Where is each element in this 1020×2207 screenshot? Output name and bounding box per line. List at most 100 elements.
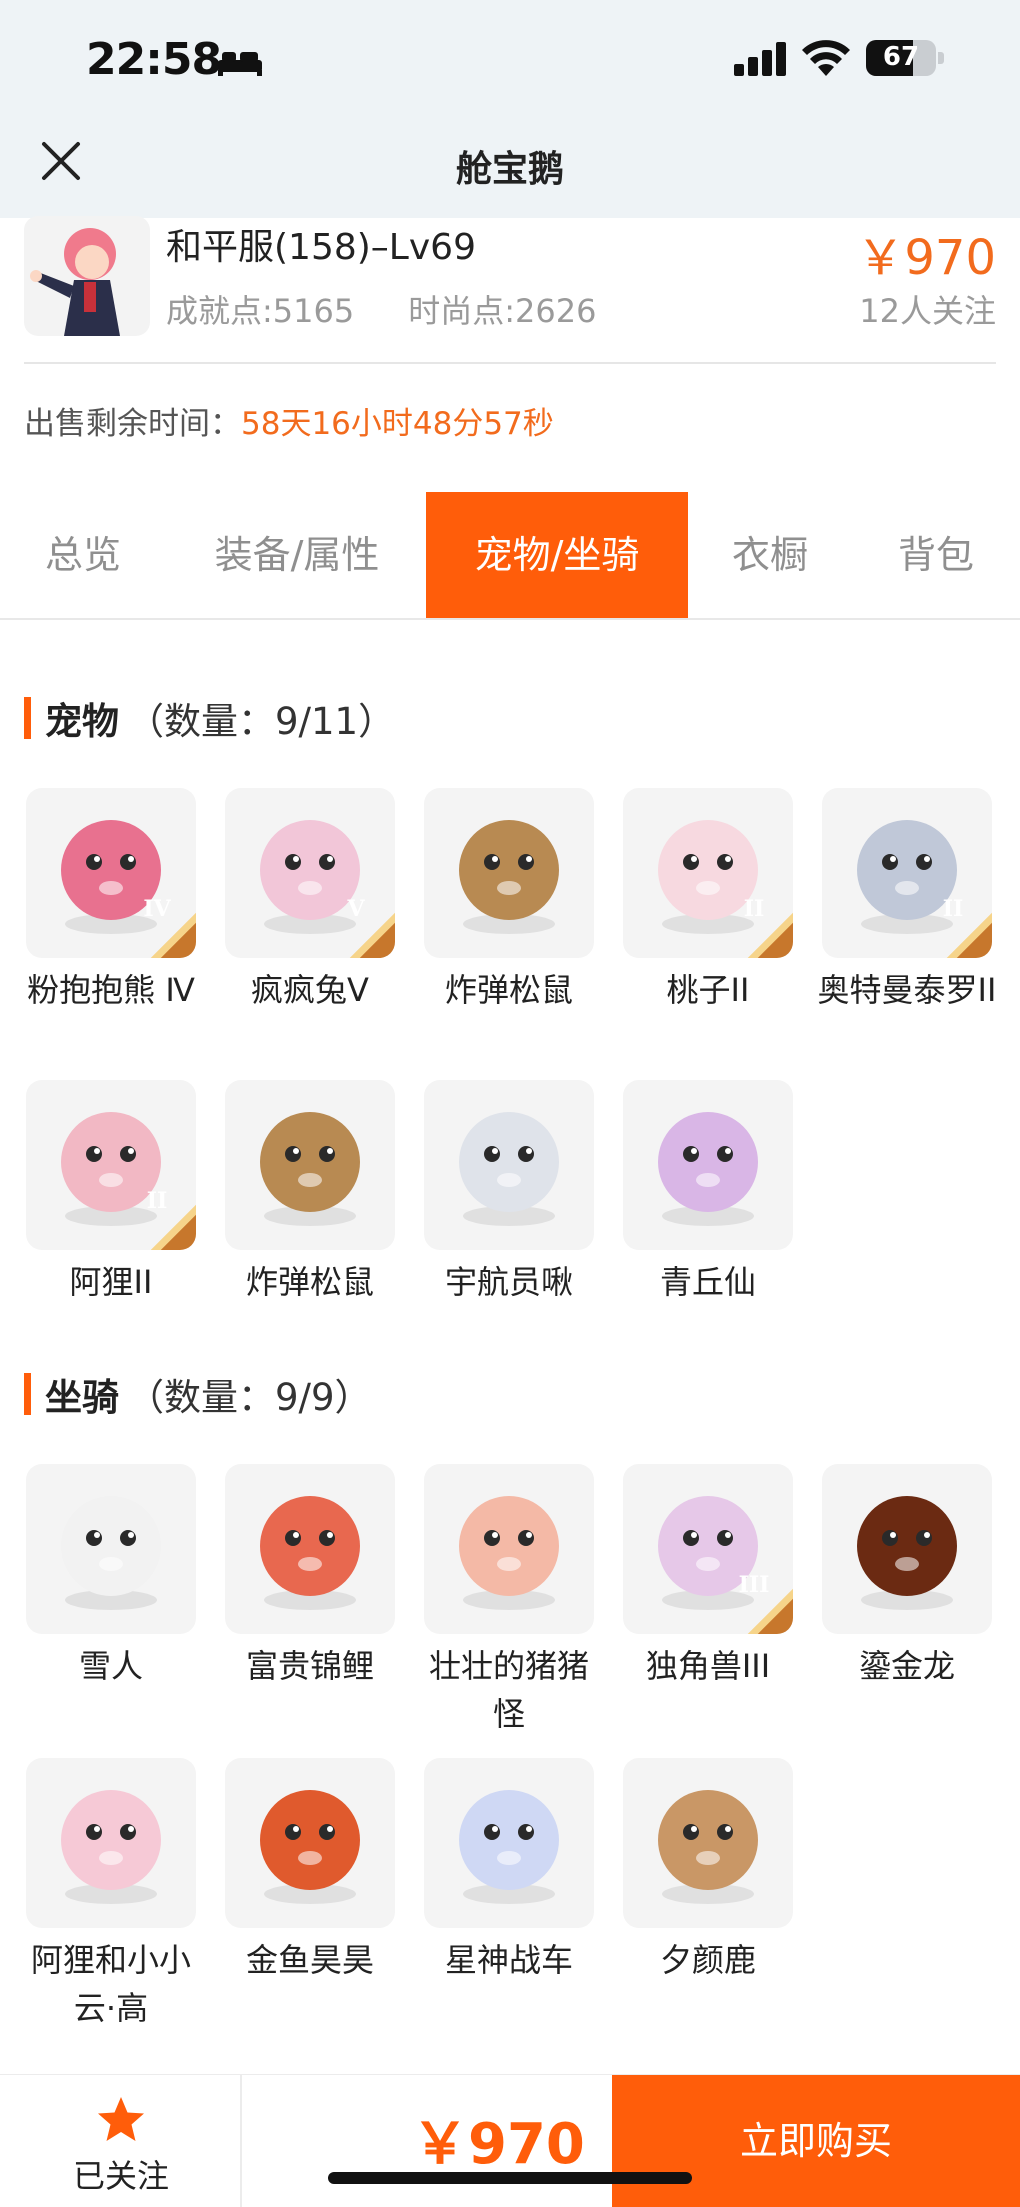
wifi-icon (802, 40, 850, 76)
pet-name: 青丘仙 (659, 1263, 756, 1301)
pet-name: 粉抱抱熊 Ⅳ (27, 971, 195, 1009)
section-marker (24, 697, 31, 739)
sale-time-label: 出售剩余时间： (24, 406, 241, 442)
rank-badge-icon: II (924, 880, 992, 958)
mount-name: 金鱼昊昊 (245, 1941, 374, 1979)
cat-bow-icon: II (623, 788, 793, 958)
goldfish-icon (225, 1758, 395, 1928)
mount-item[interactable]: 夕颜鹿 (623, 1758, 793, 1984)
rank-badge-icon: III (725, 1556, 793, 1634)
follow-button[interactable]: 已关注 (0, 2075, 242, 2207)
rank-badge-text: II (942, 896, 964, 922)
mount-item[interactable]: 金鱼昊昊 (225, 1758, 395, 1984)
rank-badge-text: III (738, 1572, 770, 1598)
mounts-section-header: 坐骑 （数量：9/9） (24, 1372, 372, 1419)
follower-count: 12人关注 (859, 292, 996, 330)
pet-name: 炸弹松鼠 (245, 1263, 374, 1301)
bottom-price: ￥970 (412, 2112, 585, 2177)
squirrel-icon (424, 788, 594, 958)
mount-item[interactable]: 阿狸和小小云·高 (26, 1758, 196, 2032)
rank-badge-icon: II (725, 880, 793, 958)
pet-item[interactable]: 炸弹松鼠 (424, 788, 594, 1014)
astronaut-cow-icon (424, 1080, 594, 1250)
rank-badge-icon: II (128, 1172, 196, 1250)
pet-name: 疯疯兔V (251, 971, 369, 1009)
tab-backpack[interactable]: 背包 (870, 492, 1002, 618)
pet-item[interactable]: IV 粉抱抱熊 Ⅳ (26, 788, 196, 1014)
tab-equipment[interactable]: 装备/属性 (190, 492, 404, 618)
rank-badge-text: II (743, 896, 765, 922)
pets-count: （数量：9/11） (127, 700, 396, 743)
pet-item[interactable]: V 疯疯兔V (225, 788, 395, 1014)
snowman-icon (26, 1464, 196, 1634)
sale-remaining-time: 出售剩余时间：58天16小时48分57秒 (24, 398, 554, 443)
rank-badge-icon: IV (128, 880, 196, 958)
divider (24, 362, 996, 364)
bottom-bar: 已关注 ￥970 立即购买 (0, 2074, 1020, 2207)
koi-icon (225, 1464, 395, 1634)
status-time: 22:58 (86, 34, 222, 85)
pets-title: 宠物 (45, 700, 119, 743)
pet-item[interactable]: 炸弹松鼠 (225, 1080, 395, 1306)
sale-time-value: 58天16小时48分57秒 (241, 406, 554, 442)
pet-name: 阿狸II (69, 1263, 153, 1301)
rank-badge-text: V (347, 896, 365, 922)
mount-item[interactable]: 鎏金龙 (822, 1464, 992, 1690)
top-bar: 22:58 67 舱宝鹅 (0, 0, 1020, 218)
star-icon (98, 2097, 144, 2141)
ultraman-icon: II (822, 788, 992, 958)
battery-level: 67 (882, 42, 920, 72)
mount-name: 独角兽III (645, 1647, 771, 1685)
tab-overview[interactable]: 总览 (0, 492, 166, 618)
mounts-count: （数量：9/9） (127, 1376, 372, 1419)
cellular-signal-icon (734, 42, 786, 76)
sleep-mode-icon (218, 52, 262, 76)
fashion-points: 时尚点:2626 (408, 292, 597, 330)
pets-section-header: 宠物 （数量：9/11） (24, 696, 395, 743)
rank-badge-text: IV (143, 896, 171, 922)
dragon-icon (822, 1464, 992, 1634)
mounts-title: 坐骑 (45, 1376, 119, 1419)
mount-name: 鎏金龙 (858, 1647, 955, 1685)
fox-fairy-icon (623, 1080, 793, 1250)
rabbit-icon: V (225, 788, 395, 958)
mount-item[interactable]: III 独角兽III (623, 1464, 793, 1690)
pet-item[interactable]: II 桃子II (623, 788, 793, 1014)
mount-name: 富贵锦鲤 (245, 1647, 374, 1685)
pig-icon (424, 1464, 594, 1634)
deer-icon (623, 1758, 793, 1928)
product-name: 和平服(158)–Lv69 (166, 227, 476, 268)
tab-wardrobe[interactable]: 衣橱 (704, 492, 836, 618)
character-avatar (24, 216, 150, 336)
buy-now-button[interactable]: 立即购买 (612, 2075, 1020, 2207)
product-price: ￥970 (856, 230, 996, 286)
mount-item[interactable]: 星神战车 (424, 1758, 594, 1984)
section-marker (24, 1373, 31, 1415)
mount-item[interactable]: 富贵锦鲤 (225, 1464, 395, 1690)
mount-name: 雪人 (78, 1647, 143, 1685)
page-title: 舱宝鹅 (455, 149, 564, 190)
pink-bear-icon: IV (26, 788, 196, 958)
pet-item[interactable]: II 奥特曼泰罗II (818, 788, 996, 1014)
tab-pets-mounts[interactable]: 宠物/坐骑 (426, 492, 688, 618)
lion-dance-icon: II (26, 1080, 196, 1250)
mount-name: 夕颜鹿 (659, 1941, 756, 1979)
pet-name: 奥特曼泰罗II (817, 971, 997, 1009)
star-horse-icon (424, 1758, 594, 1928)
mount-item[interactable]: 壮壮的猪猪怪 (424, 1464, 594, 1738)
mount-name: 阿狸和小小云·高 (30, 1941, 191, 2027)
ali-cloud-icon (26, 1758, 196, 1928)
mount-item[interactable]: 雪人 (26, 1464, 196, 1690)
pet-item[interactable]: 宇航员啾 (424, 1080, 594, 1306)
pet-item[interactable]: II 阿狸II (26, 1080, 196, 1306)
rank-badge-icon: V (327, 880, 395, 958)
product-stats: 成就点:5165 时尚点:2626 (166, 286, 650, 332)
follow-label: 已关注 (72, 2157, 169, 2195)
pet-name: 炸弹松鼠 (444, 971, 573, 1009)
unicorn-icon: III (623, 1464, 793, 1634)
battery-icon: 67 (866, 40, 944, 76)
rank-badge-text: II (146, 1188, 168, 1214)
pet-name: 桃子II (666, 971, 750, 1009)
pet-item[interactable]: 青丘仙 (623, 1080, 793, 1306)
squirrel-icon (225, 1080, 395, 1250)
